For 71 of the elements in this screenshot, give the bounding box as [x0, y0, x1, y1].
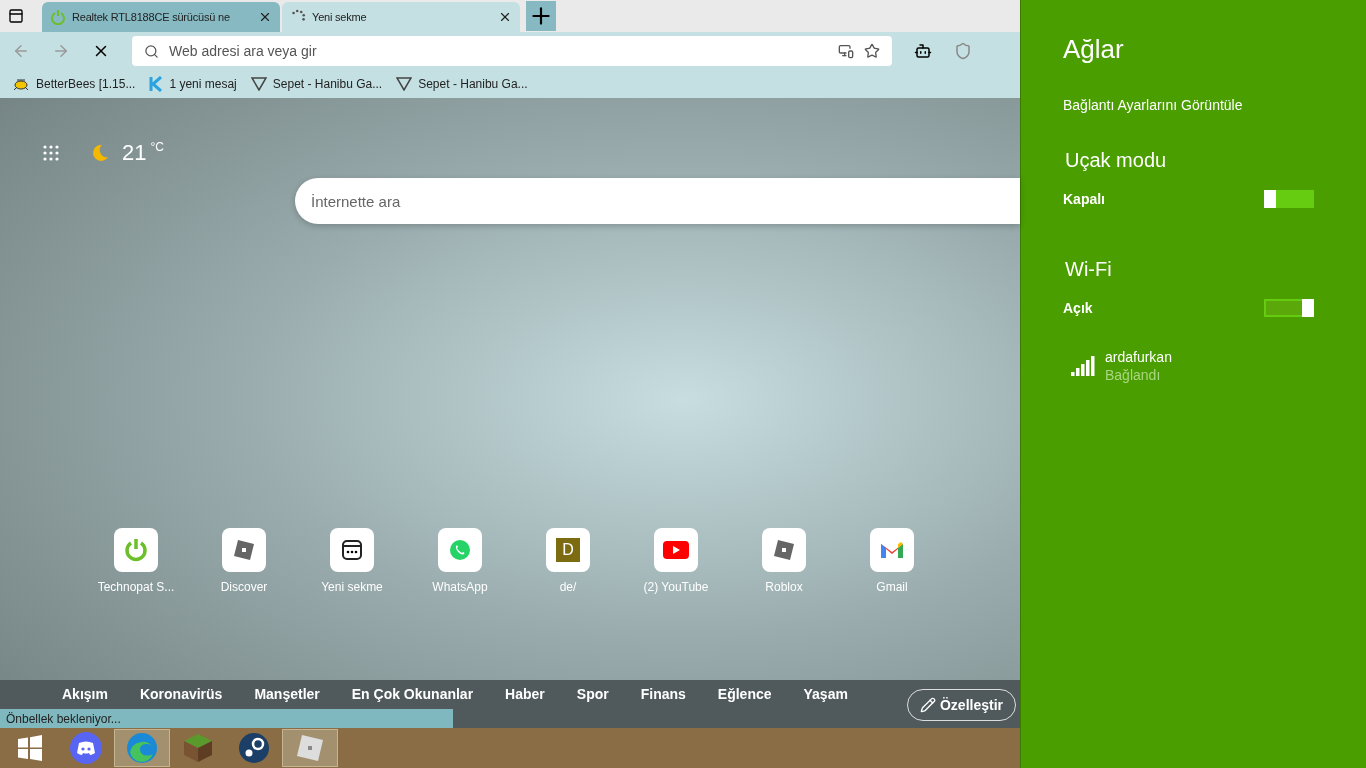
news-tab[interactable]: Spor [576, 686, 609, 702]
roblox-icon [772, 538, 796, 562]
signal-icon [1071, 356, 1095, 376]
address-field[interactable]: Web adresi ara veya gir [132, 36, 892, 66]
quick-link-label: Gmail [876, 580, 908, 594]
mail-icon [880, 541, 904, 559]
apps-grid-icon[interactable] [42, 144, 60, 162]
bookmark[interactable]: Sepet - Hanibu Ga... [272, 77, 383, 91]
toggle-switch[interactable] [1264, 299, 1314, 317]
letter-icon: D [556, 538, 580, 562]
grass-block-icon[interactable] [183, 733, 213, 763]
toggle-label: Kapalı [1063, 191, 1105, 207]
quick-link-tile[interactable] [870, 528, 914, 572]
whatsapp-icon [449, 539, 471, 561]
close-icon[interactable] [498, 10, 512, 24]
news-tab[interactable]: Finans [640, 686, 686, 702]
quick-link-tile[interactable]: D [546, 528, 590, 572]
bookmark[interactable]: BetterBees [1.15... [36, 77, 136, 91]
news-tab[interactable]: Haber [505, 686, 545, 702]
quick-link-label: WhatsApp [432, 580, 488, 594]
steam-icon[interactable] [238, 732, 270, 764]
news-tab[interactable]: Koronavirüs [139, 686, 223, 702]
bookmark[interactable]: Sepet - Hanibu Ga... [418, 77, 528, 91]
toggle-switch[interactable] [1264, 190, 1314, 208]
network-status: Bağlandı [1105, 367, 1162, 383]
news-tab[interactable]: Yaşam [803, 686, 848, 702]
bookmark[interactable]: 1 yeni mesaj [169, 77, 237, 91]
pencil-icon [919, 697, 936, 713]
browser-tab[interactable]: Yeni sekme [282, 2, 520, 32]
quick-link-tile[interactable] [762, 528, 806, 572]
shield-icon[interactable] [954, 42, 972, 60]
section-heading: Wi-Fi [1065, 258, 1113, 281]
roblox-icon [232, 538, 256, 562]
triangle-icon [396, 77, 413, 91]
power-icon [123, 537, 149, 563]
new-tab-icon[interactable] [526, 1, 556, 31]
panel-title: Ağlar [1063, 34, 1125, 65]
quick-link-label: Technopat S... [97, 580, 175, 594]
quick-link-label: Discover [220, 580, 268, 594]
quick-link-tile[interactable] [654, 528, 698, 572]
news-tab[interactable]: Akışım [62, 686, 108, 702]
device-icon[interactable] [838, 43, 854, 59]
discord-icon[interactable] [70, 732, 102, 764]
search-field[interactable]: İnternette ara [295, 178, 1020, 224]
power-icon [50, 9, 66, 25]
robot-icon[interactable] [914, 42, 932, 60]
section-heading: Uçak modu [1065, 149, 1168, 172]
youtube-icon [663, 541, 689, 559]
quick-link-tile[interactable] [438, 528, 482, 572]
quick-link-label: (2) YouTube [643, 580, 709, 594]
tab-icon [340, 538, 364, 562]
browser-tab[interactable]: Realtek RTL8188CE sürücüsü ne [42, 2, 280, 32]
favorite-icon[interactable] [864, 43, 880, 59]
quick-link-tile[interactable] [330, 528, 374, 572]
windows-icon[interactable] [17, 735, 43, 761]
news-tab[interactable]: Manşetler [254, 686, 320, 702]
quick-link-label: Roblox [765, 580, 803, 594]
search-icon [144, 43, 159, 59]
close-icon[interactable] [258, 10, 272, 24]
quick-link-tile[interactable] [114, 528, 158, 572]
news-tab[interactable]: Eğlence [717, 686, 772, 702]
toggle-label: Açık [1063, 300, 1093, 316]
status-bar: Önbellek bekleniyor... [0, 709, 453, 728]
quick-link-label: de/ [559, 580, 577, 594]
quick-link-tile[interactable] [222, 528, 266, 572]
k-icon [149, 76, 164, 92]
triangle-icon [250, 77, 267, 91]
quick-link-label: Yeni sekme [321, 580, 383, 594]
moon-icon [90, 143, 110, 163]
news-tab[interactable]: En Çok Okunanlar [351, 686, 474, 702]
tab-actions-icon[interactable] [8, 8, 24, 24]
